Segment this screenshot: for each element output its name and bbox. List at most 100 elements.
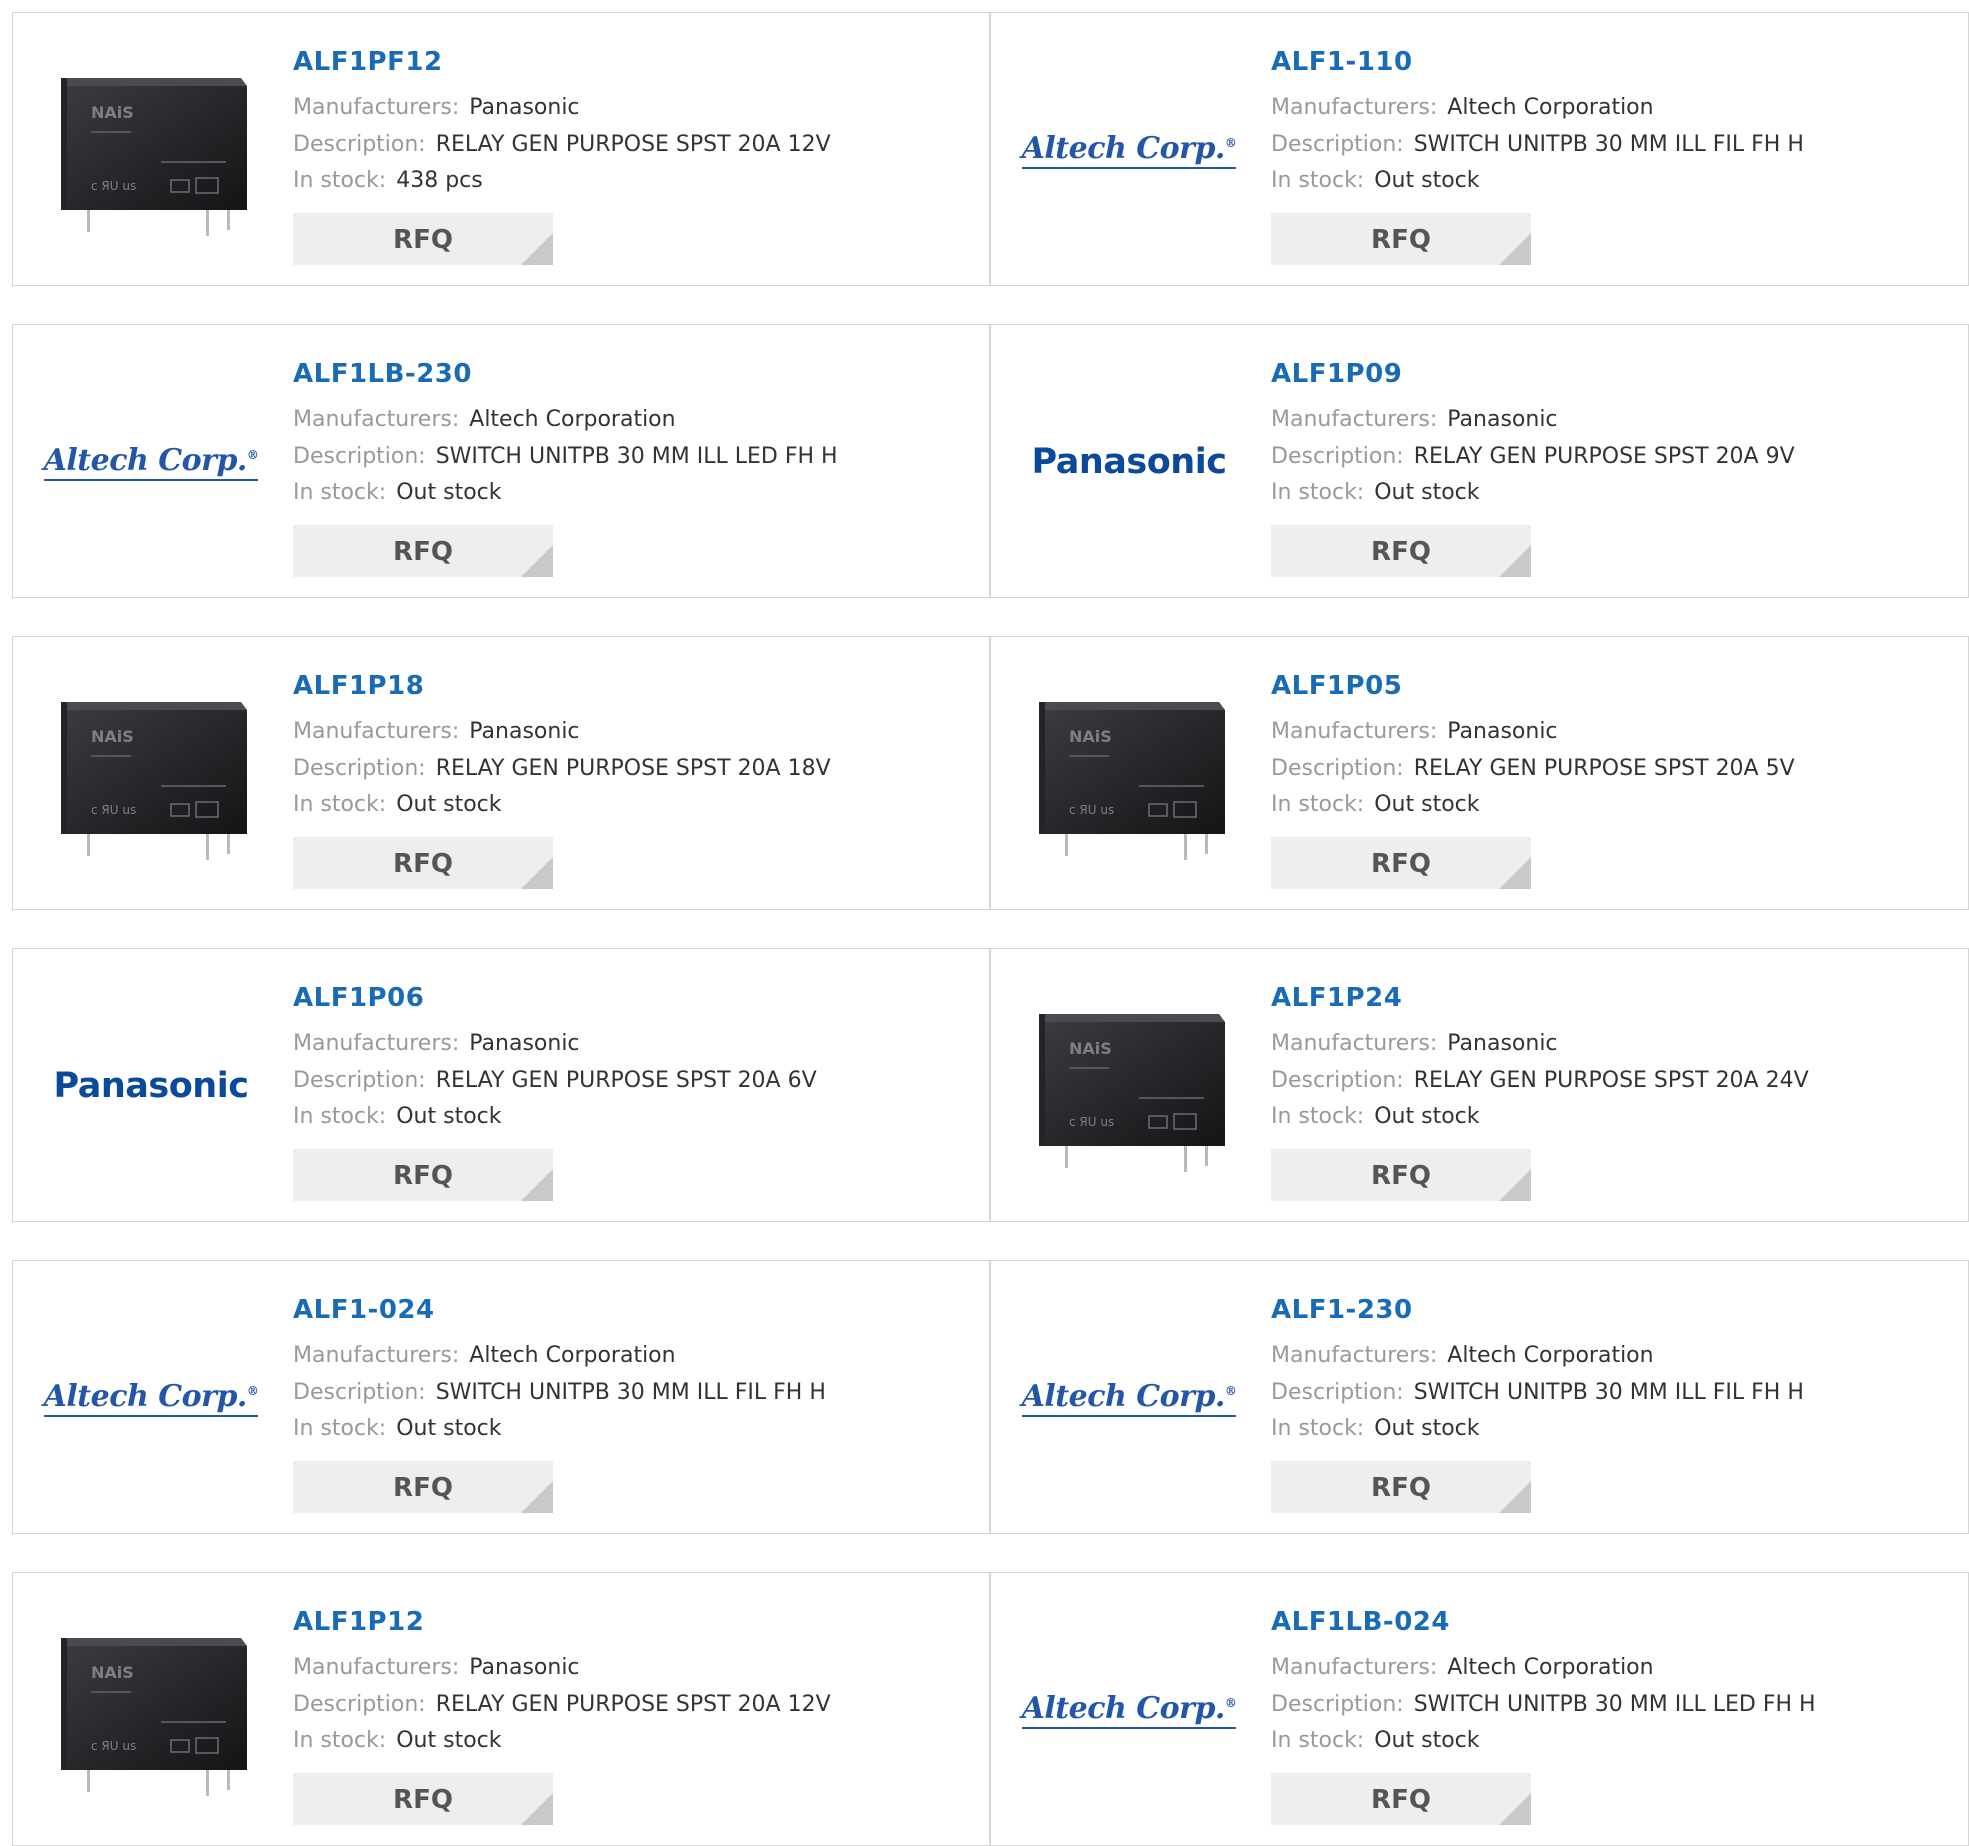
relay-brand-text: NAiS	[1069, 727, 1112, 746]
product-part-number-link[interactable]: ALF1P05	[1271, 671, 1402, 701]
rfq-button-label: RFQ	[393, 537, 453, 567]
rfq-button-label: RFQ	[393, 225, 453, 255]
stock-row: In stock: Out stock	[293, 792, 502, 818]
description-row: Description: RELAY GEN PURPOSE SPST 20A 1…	[293, 756, 831, 782]
product-thumbnail[interactable]: NAiS c ЯU us	[1029, 986, 1229, 1186]
rfq-button[interactable]: RFQ	[293, 1149, 553, 1201]
corner-triangle-icon	[521, 857, 553, 889]
description-row: Description: SWITCH UNITPB 30 MM ILL LED …	[293, 444, 838, 470]
stock-value: Out stock	[1374, 792, 1480, 817]
description-label: Description:	[1271, 1692, 1404, 1717]
altech-logo-text: Altech Corp.	[1021, 1379, 1226, 1414]
rfq-button-label: RFQ	[1371, 849, 1431, 879]
product-thumbnail[interactable]: NAiS c ЯU us	[1029, 674, 1229, 874]
product-thumbnail[interactable]: Altech Corp.®	[1021, 1610, 1237, 1810]
altech-logo: Altech Corp.®	[43, 443, 259, 481]
stock-row: In stock: 438 pcs	[293, 168, 483, 194]
stock-label: In stock:	[1271, 1416, 1365, 1441]
product-part-number-link[interactable]: ALF1LB-230	[293, 359, 472, 389]
altech-logo: Altech Corp.®	[1021, 1691, 1237, 1729]
product-thumbnail[interactable]: Panasonic	[1029, 362, 1229, 562]
corner-triangle-icon	[1499, 1793, 1531, 1825]
rfq-button[interactable]: RFQ	[1271, 525, 1531, 577]
rfq-button[interactable]: RFQ	[1271, 837, 1531, 889]
description-value: RELAY GEN PURPOSE SPST 20A 5V	[1413, 756, 1795, 781]
rfq-button[interactable]: RFQ	[1271, 1773, 1531, 1825]
rfq-button[interactable]: RFQ	[1271, 1149, 1531, 1201]
manufacturer-label: Manufacturers:	[293, 1031, 460, 1056]
description-label: Description:	[293, 1692, 426, 1717]
description-label: Description:	[1271, 132, 1404, 157]
stock-label: In stock:	[1271, 168, 1365, 193]
rfq-button[interactable]: RFQ	[293, 1773, 553, 1825]
rfq-button-label: RFQ	[393, 849, 453, 879]
altech-logo-text: Altech Corp.	[1021, 131, 1226, 166]
product-thumbnail[interactable]: NAiS c ЯU us	[51, 674, 251, 874]
corner-triangle-icon	[521, 1169, 553, 1201]
rfq-button[interactable]: RFQ	[293, 525, 553, 577]
manufacturer-value: Altech Corporation	[1447, 1655, 1654, 1680]
description-label: Description:	[1271, 1380, 1404, 1405]
description-value: RELAY GEN PURPOSE SPST 20A 9V	[1413, 444, 1795, 469]
stock-label: In stock:	[1271, 480, 1365, 505]
product-part-number-link[interactable]: ALF1P24	[1271, 983, 1402, 1013]
corner-triangle-icon	[521, 233, 553, 265]
description-value: RELAY GEN PURPOSE SPST 20A 18V	[435, 756, 831, 781]
rfq-button[interactable]: RFQ	[293, 837, 553, 889]
corner-triangle-icon	[521, 1481, 553, 1513]
stock-row: In stock: Out stock	[293, 1416, 502, 1442]
manufacturer-row: Manufacturers: Altech Corporation	[1271, 1655, 1654, 1681]
product-part-number-link[interactable]: ALF1-024	[293, 1295, 435, 1325]
product-part-number-link[interactable]: ALF1-110	[1271, 47, 1413, 77]
product-part-number-link[interactable]: ALF1LB-024	[1271, 1607, 1450, 1637]
rfq-button[interactable]: RFQ	[293, 1461, 553, 1513]
rfq-button[interactable]: RFQ	[1271, 213, 1531, 265]
manufacturer-value: Panasonic	[469, 1655, 580, 1680]
description-value: SWITCH UNITPB 30 MM ILL FIL FH H	[435, 1380, 826, 1405]
manufacturer-label: Manufacturers:	[1271, 1655, 1438, 1680]
description-row: Description: SWITCH UNITPB 30 MM ILL LED …	[1271, 1692, 1816, 1718]
manufacturer-row: Manufacturers: Altech Corporation	[1271, 1343, 1654, 1369]
rfq-button[interactable]: RFQ	[293, 213, 553, 265]
product-thumbnail[interactable]: Altech Corp.®	[1021, 1298, 1237, 1498]
relay-cert-text: c ЯU us	[91, 803, 136, 817]
relay-cert-text: c ЯU us	[91, 1739, 136, 1753]
product-thumbnail[interactable]: NAiS c ЯU us	[51, 50, 251, 250]
description-row: Description: RELAY GEN PURPOSE SPST 20A 1…	[293, 132, 831, 158]
product-thumbnail[interactable]: Altech Corp.®	[43, 362, 259, 562]
product-thumbnail[interactable]: Panasonic	[51, 986, 251, 1186]
product-thumbnail[interactable]: Altech Corp.®	[43, 1298, 259, 1498]
product-part-number-link[interactable]: ALF1P12	[293, 1607, 424, 1637]
manufacturer-label: Manufacturers:	[293, 1655, 460, 1680]
product-part-number-link[interactable]: ALF1P09	[1271, 359, 1402, 389]
product-part-number-link[interactable]: ALF1-230	[1271, 1295, 1413, 1325]
product-card: Altech Corp.® ALF1LB-230 Manufacturers: A…	[12, 324, 990, 598]
corner-triangle-icon	[521, 545, 553, 577]
product-card: Panasonic ALF1P09 Manufacturers: Panasoni…	[990, 324, 1969, 598]
description-row: Description: RELAY GEN PURPOSE SPST 20A 5…	[1271, 756, 1795, 782]
product-card: Altech Corp.® ALF1-024 Manufacturers: Alt…	[12, 1260, 990, 1534]
description-value: SWITCH UNITPB 30 MM ILL LED FH H	[1413, 1692, 1816, 1717]
product-part-number-link[interactable]: ALF1P06	[293, 983, 424, 1013]
description-value: SWITCH UNITPB 30 MM ILL LED FH H	[435, 444, 838, 469]
stock-value: Out stock	[1374, 1728, 1480, 1753]
product-part-number-link[interactable]: ALF1P18	[293, 671, 424, 701]
stock-row: In stock: Out stock	[1271, 1728, 1480, 1754]
product-card: Altech Corp.® ALF1-230 Manufacturers: Alt…	[990, 1260, 1969, 1534]
relay-cert-text: c ЯU us	[1069, 1115, 1114, 1129]
manufacturer-value: Panasonic	[469, 1031, 580, 1056]
rfq-button-label: RFQ	[393, 1161, 453, 1191]
rfq-button[interactable]: RFQ	[1271, 1461, 1531, 1513]
manufacturer-label: Manufacturers:	[1271, 407, 1438, 432]
manufacturer-label: Manufacturers:	[293, 1343, 460, 1368]
stock-label: In stock:	[293, 1104, 387, 1129]
manufacturer-label: Manufacturers:	[293, 95, 460, 120]
product-part-number-link[interactable]: ALF1PF12	[293, 47, 443, 77]
panasonic-logo: Panasonic	[1031, 442, 1227, 482]
product-thumbnail[interactable]: NAiS c ЯU us	[51, 1610, 251, 1810]
description-row: Description: RELAY GEN PURPOSE SPST 20A 2…	[1271, 1068, 1809, 1094]
rfq-button-label: RFQ	[1371, 1161, 1431, 1191]
altech-logo-text: Altech Corp.	[43, 1379, 248, 1414]
manufacturer-row: Manufacturers: Panasonic	[1271, 1031, 1558, 1057]
product-thumbnail[interactable]: Altech Corp.®	[1021, 50, 1237, 250]
